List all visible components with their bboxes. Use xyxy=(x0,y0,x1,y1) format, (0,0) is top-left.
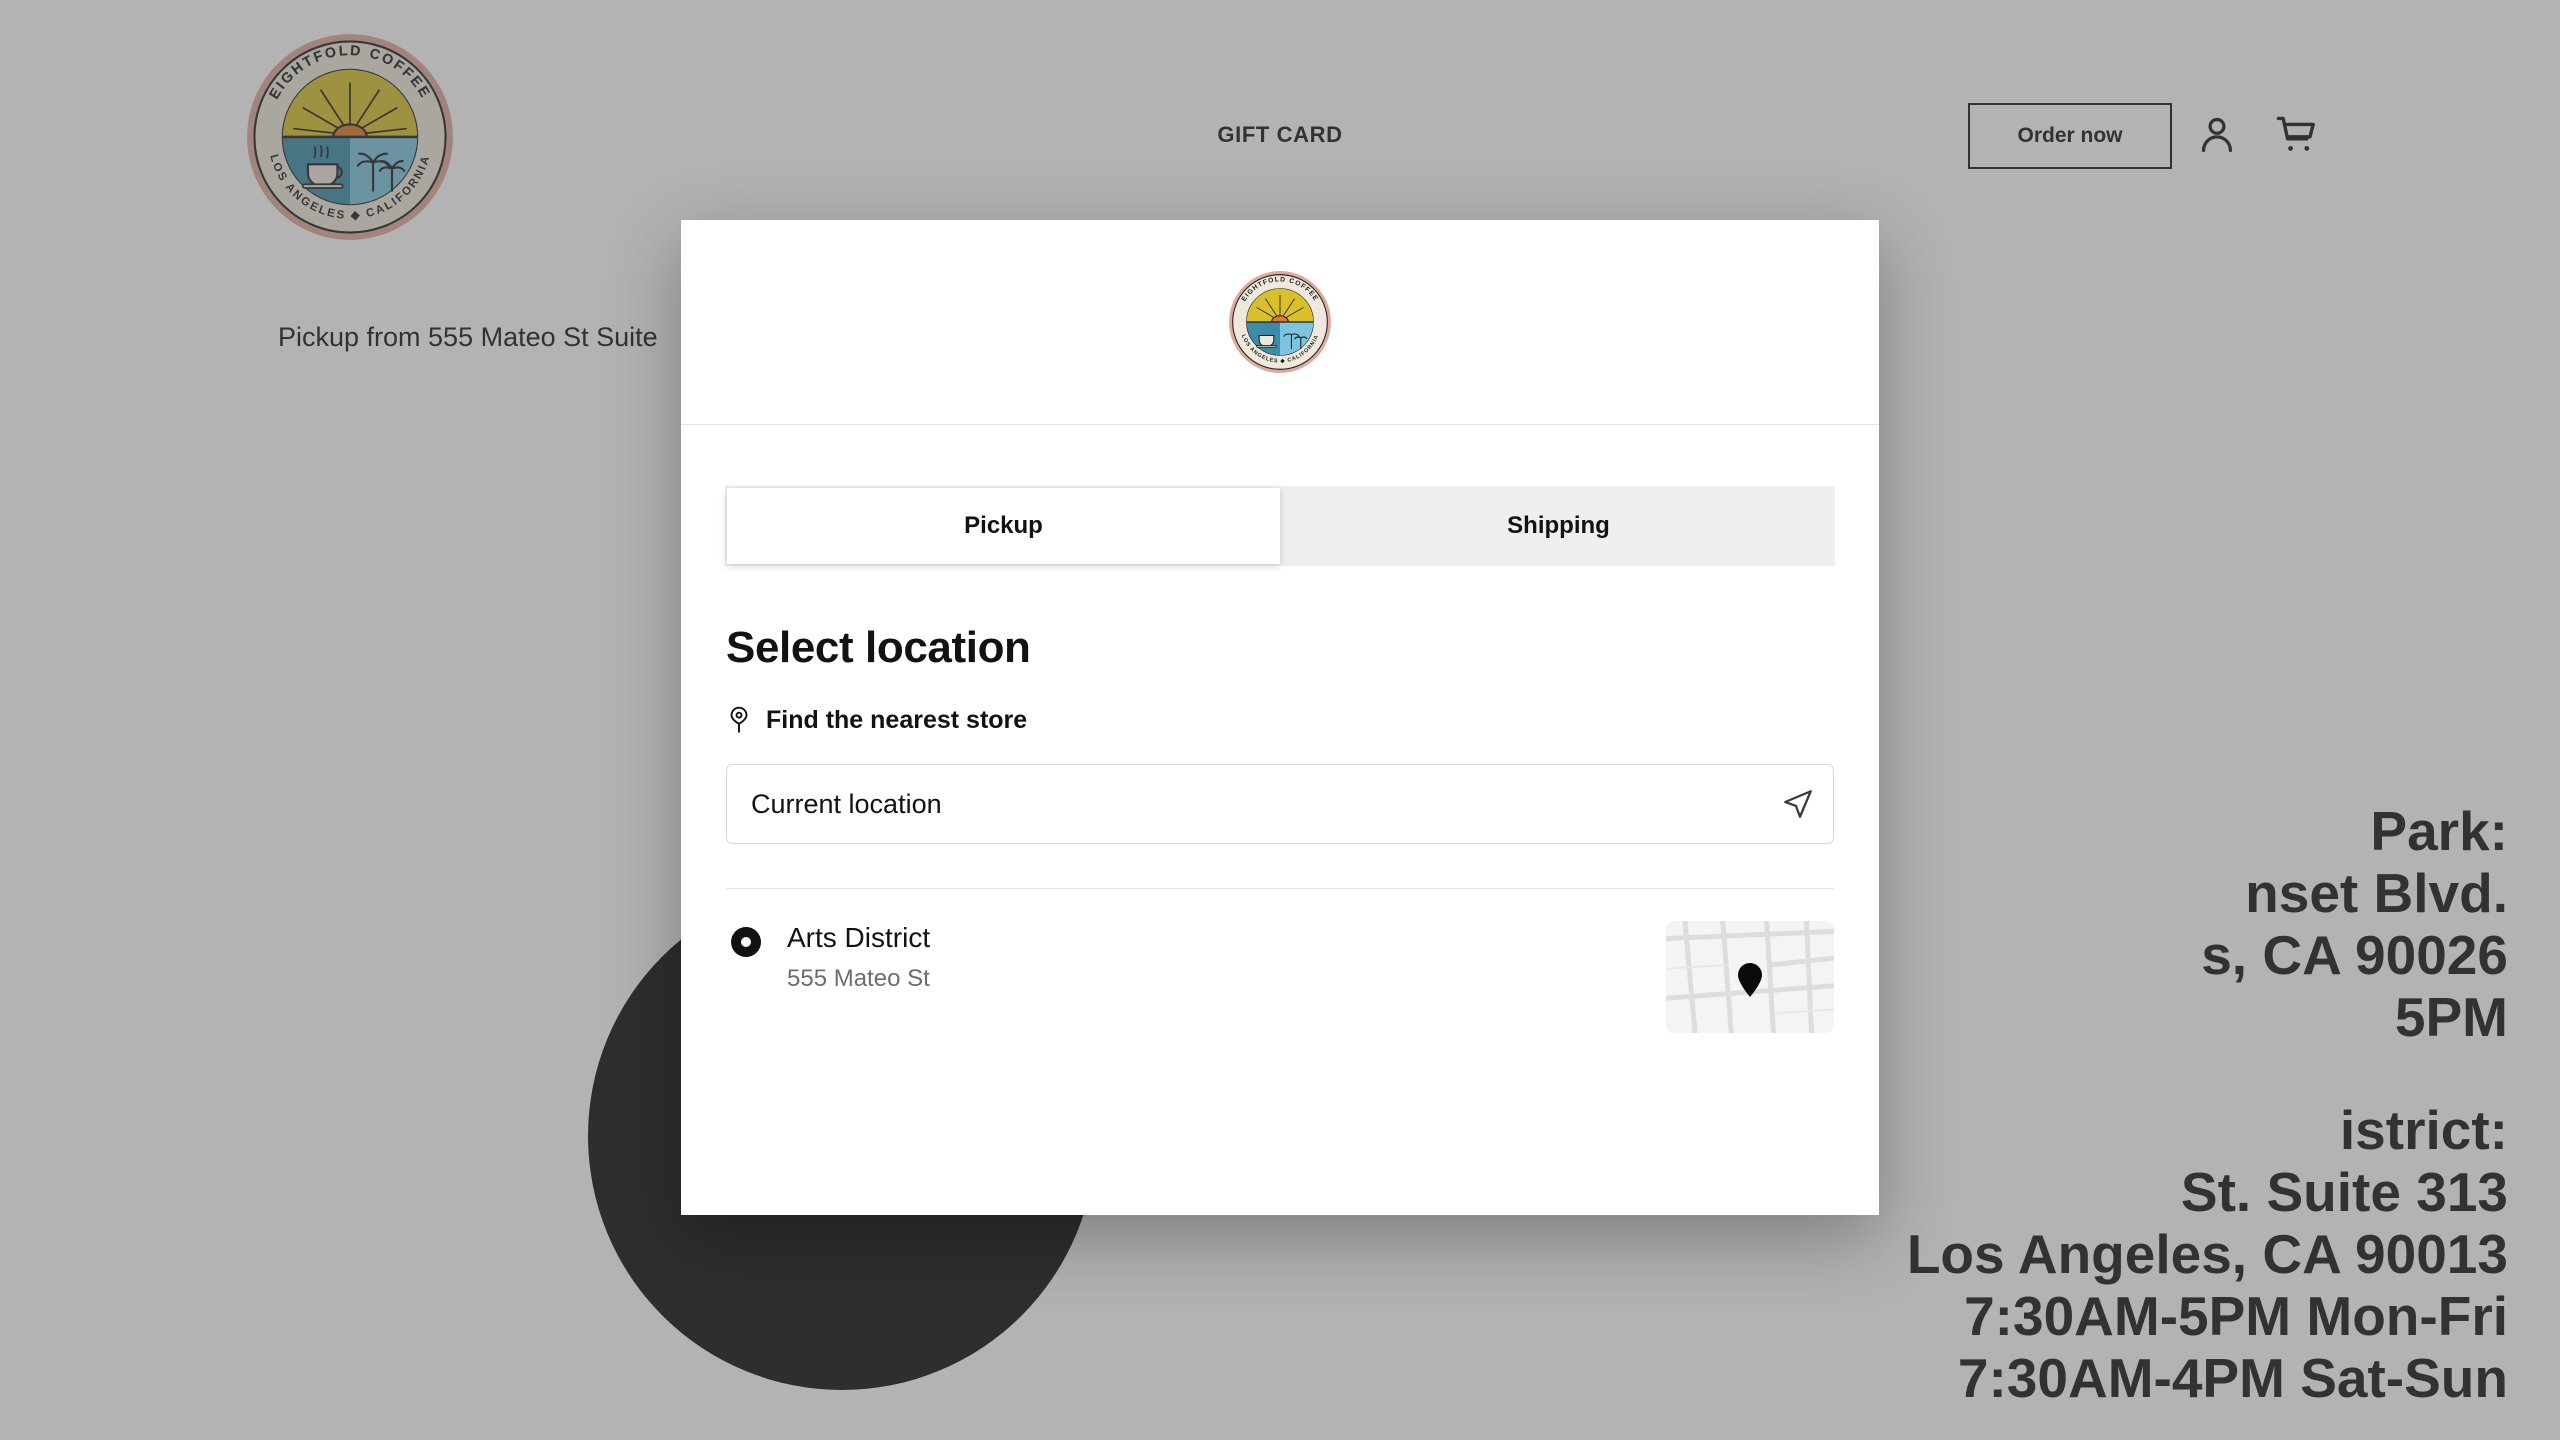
tab-pickup[interactable]: Pickup xyxy=(727,488,1280,564)
list-item[interactable]: Arts District 555 Mateo St xyxy=(726,889,1834,1033)
find-nearest-store-label: Find the nearest store xyxy=(766,705,1028,734)
page-title: Select location xyxy=(726,623,1031,672)
modal-body: Pickup Shipping Select location Find the… xyxy=(681,486,1879,1033)
map-pin-icon xyxy=(726,705,752,735)
store-text: Arts District 555 Mateo St xyxy=(787,921,1640,993)
select-location-modal: EIGHTFOLD COFFEE LOS ANGELES ◆ CALIFORNI… xyxy=(681,220,1879,1215)
map-thumbnail-with-pin[interactable] xyxy=(1666,921,1834,1033)
store-radio-selected[interactable] xyxy=(731,927,761,957)
navigation-arrow-icon[interactable] xyxy=(1781,787,1815,821)
store-list: Arts District 555 Mateo St xyxy=(726,888,1834,1033)
tab-shipping[interactable]: Shipping xyxy=(1282,486,1835,566)
eightfold-coffee-logo: EIGHTFOLD COFFEE LOS ANGELES ◆ CALIFORNI… xyxy=(1228,270,1332,374)
location-search-field xyxy=(726,764,1834,844)
location-search-input[interactable] xyxy=(727,788,1833,820)
find-nearest-store-button[interactable]: Find the nearest store xyxy=(726,705,1027,735)
fulfillment-mode-tabs: Pickup Shipping xyxy=(725,486,1835,566)
modal-header: EIGHTFOLD COFFEE LOS ANGELES ◆ CALIFORNI… xyxy=(681,220,1879,425)
store-name: Arts District xyxy=(787,922,931,953)
store-address: 555 Mateo St xyxy=(787,964,930,992)
